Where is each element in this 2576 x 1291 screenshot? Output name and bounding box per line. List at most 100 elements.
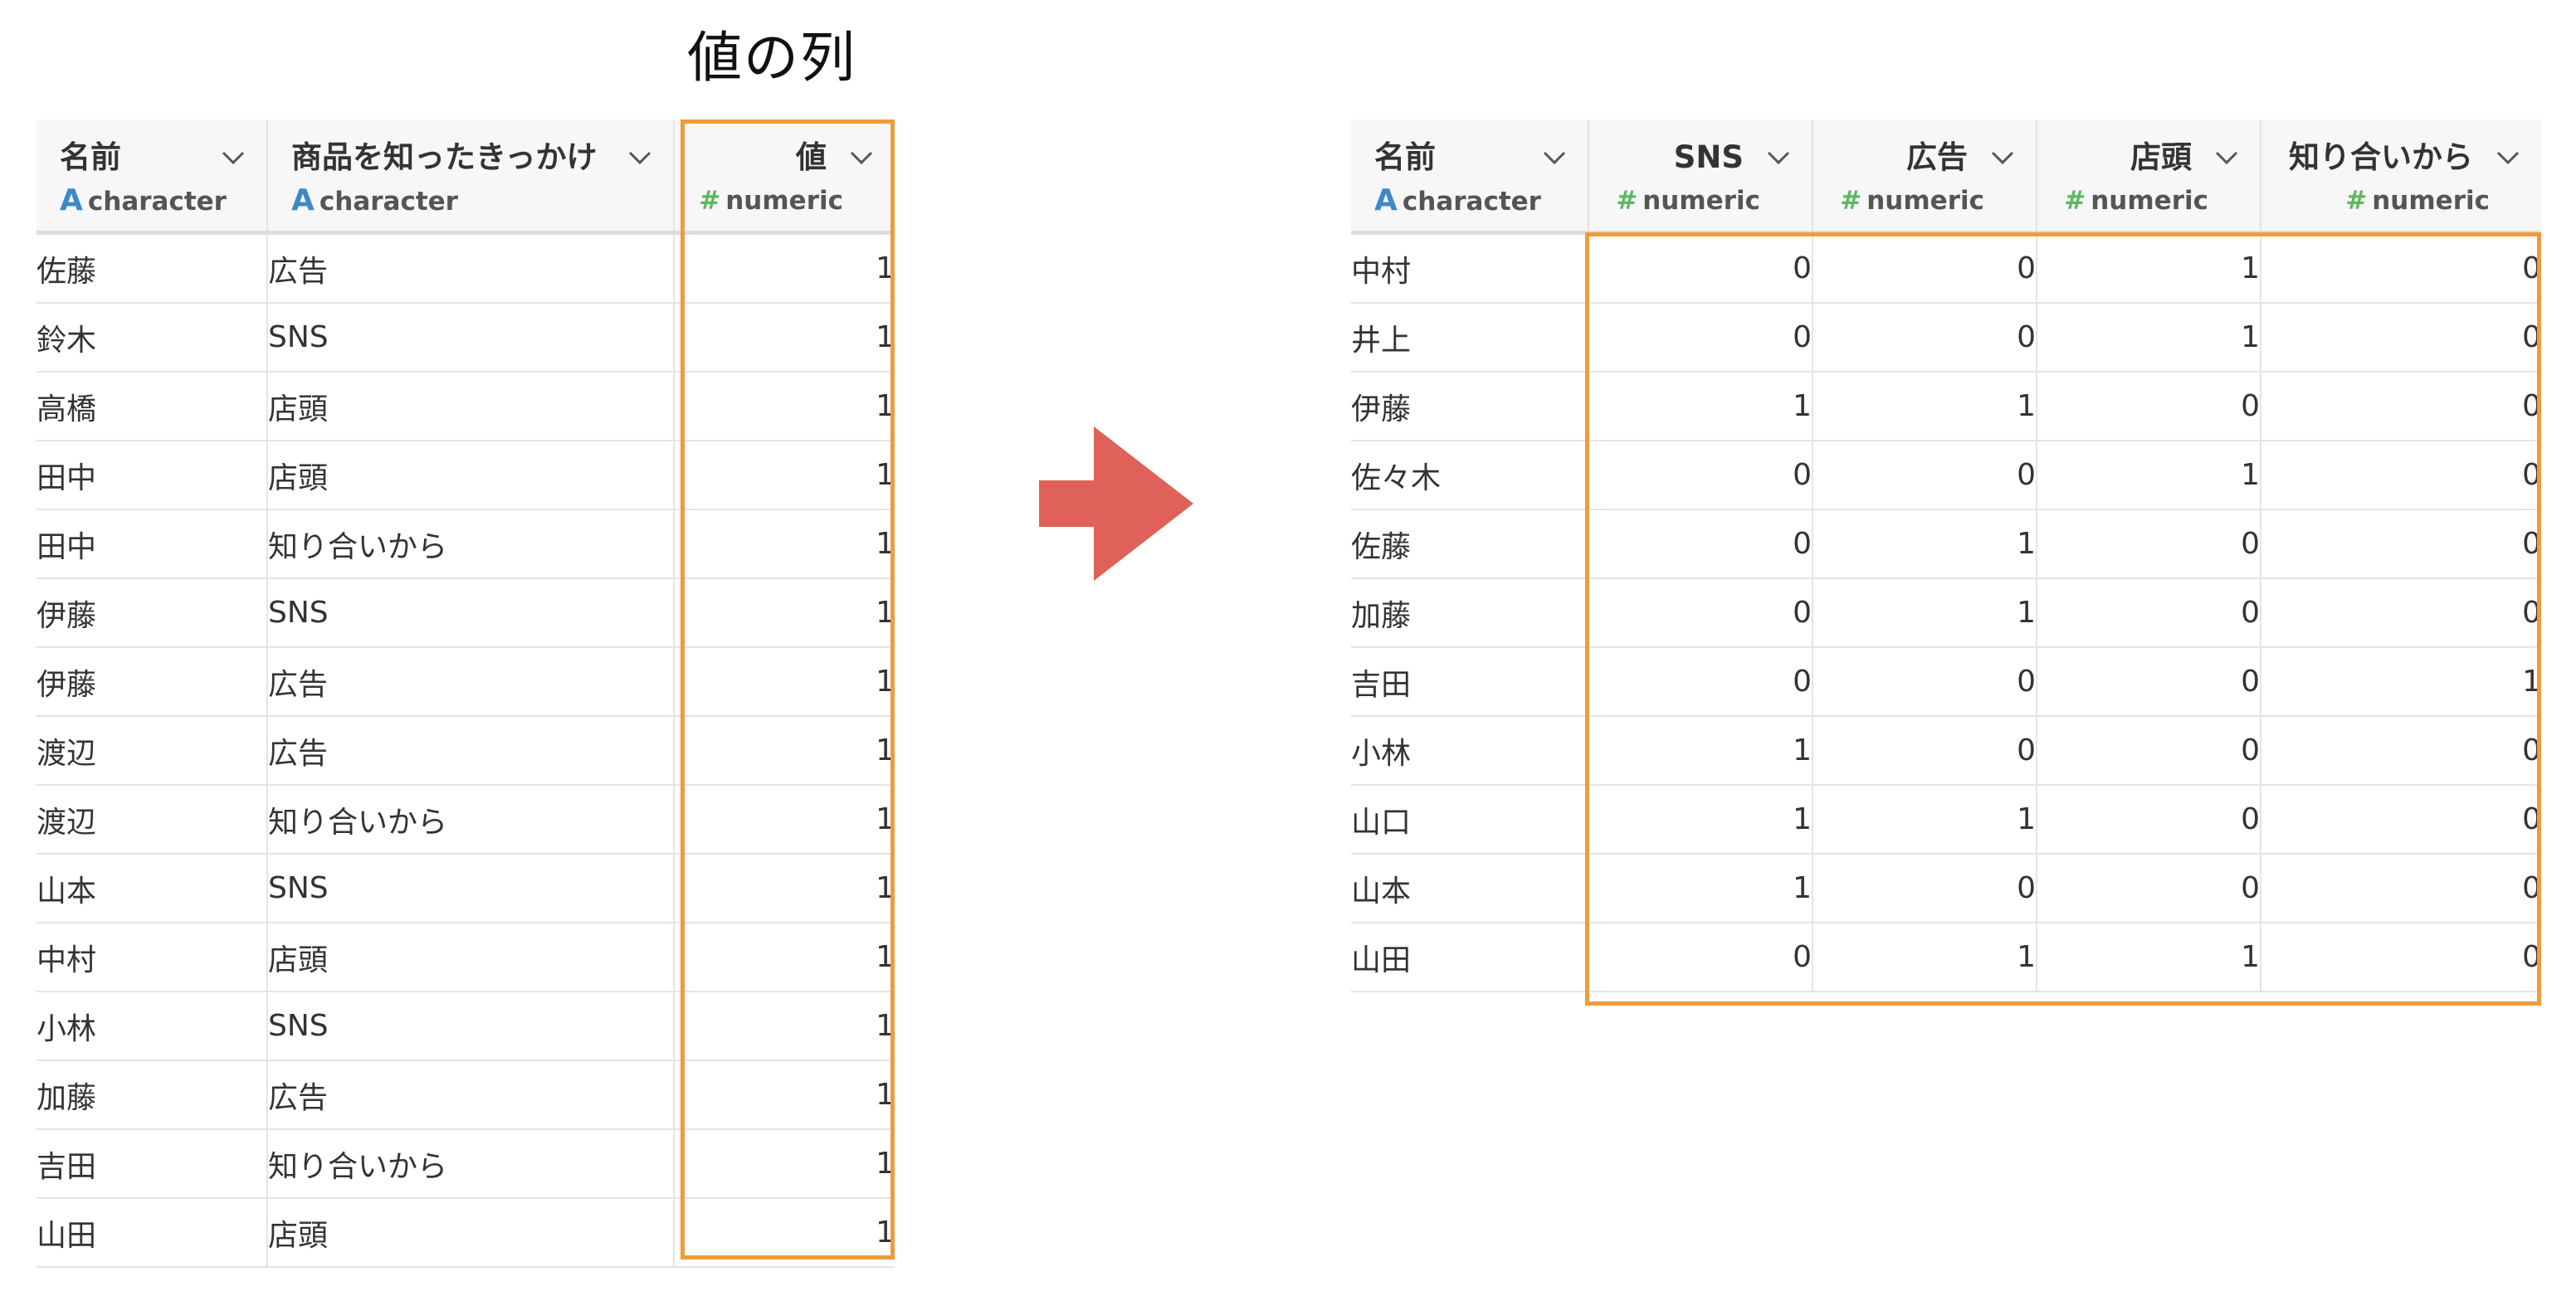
chevron-down-icon[interactable] [1988, 143, 2017, 173]
table-cell[interactable]: 広告 [267, 716, 675, 786]
table-cell[interactable]: 山田 [1351, 923, 1589, 992]
table-cell[interactable]: 0 [1588, 923, 1813, 992]
table-cell[interactable]: 0 [2037, 509, 2261, 579]
table-cell[interactable]: 山本 [37, 854, 268, 923]
column-header-source[interactable]: 商品を知ったきっかけ Acharacter [267, 119, 675, 235]
column-header-value[interactable]: 値 # numeric [674, 119, 895, 235]
table-cell[interactable]: 中村 [37, 923, 268, 992]
table-cell[interactable]: 0 [2261, 785, 2541, 855]
chevron-down-icon[interactable] [2493, 143, 2523, 173]
table-cell[interactable]: 1 [1812, 785, 2037, 855]
table-cell[interactable]: 0 [1588, 232, 1813, 304]
table-cell[interactable]: 1 [2037, 441, 2261, 510]
table-cell[interactable]: 0 [2037, 785, 2261, 855]
chevron-down-icon[interactable] [218, 143, 248, 173]
table-cell[interactable]: 山本 [1351, 854, 1589, 923]
table-cell[interactable]: 0 [2037, 716, 2261, 786]
table-cell[interactable]: 1 [2037, 923, 2261, 992]
table-cell[interactable]: 渡辺 [37, 716, 268, 786]
table-cell[interactable]: 伊藤 [37, 578, 268, 648]
table-cell[interactable]: 伊藤 [1351, 372, 1589, 441]
table-cell[interactable]: 1 [674, 647, 895, 717]
table-cell[interactable]: 伊藤 [37, 647, 268, 717]
table-cell[interactable]: 小林 [1351, 716, 1589, 786]
table-cell[interactable]: 0 [2261, 372, 2541, 441]
table-cell[interactable]: 0 [1588, 441, 1813, 510]
chevron-down-icon[interactable] [2212, 143, 2242, 173]
table-cell[interactable]: 1 [674, 991, 895, 1061]
table-cell[interactable]: 店頭 [267, 441, 675, 510]
table-cell[interactable]: 1 [2037, 303, 2261, 373]
table-cell[interactable]: 1 [1588, 785, 1813, 855]
table-cell[interactable]: 加藤 [37, 1060, 268, 1130]
table-cell[interactable]: SNS [267, 991, 675, 1061]
table-cell[interactable]: 1 [674, 923, 895, 992]
table-cell[interactable]: 0 [1588, 303, 1813, 373]
table-cell[interactable]: 佐藤 [37, 232, 268, 304]
table-cell[interactable]: 佐々木 [1351, 441, 1589, 510]
table-cell[interactable]: 1 [674, 578, 895, 648]
table-cell[interactable]: 0 [1812, 854, 2037, 923]
table-cell[interactable]: 1 [1588, 716, 1813, 786]
column-header-acquaintance[interactable]: 知り合いから # numeric [2261, 119, 2541, 235]
table-cell[interactable]: 広告 [267, 232, 675, 304]
table-cell[interactable]: 0 [1812, 303, 2037, 373]
table-cell[interactable]: 0 [2037, 578, 2261, 648]
table-cell[interactable]: 1 [674, 1198, 895, 1268]
table-cell[interactable]: 0 [2261, 303, 2541, 373]
table-cell[interactable]: 0 [1812, 647, 2037, 717]
table-cell[interactable]: 店頭 [267, 372, 675, 441]
table-cell[interactable]: SNS [267, 303, 675, 373]
table-cell[interactable]: 広告 [267, 1060, 675, 1130]
column-header-sns[interactable]: SNS # numeric [1588, 119, 1813, 235]
chevron-down-icon[interactable] [1539, 143, 1569, 173]
table-cell[interactable]: 0 [2261, 232, 2541, 304]
table-cell[interactable]: 田中 [37, 509, 268, 579]
table-cell[interactable]: SNS [267, 854, 675, 923]
table-cell[interactable]: 渡辺 [37, 785, 268, 855]
table-cell[interactable]: 店頭 [267, 923, 675, 992]
table-cell[interactable]: 1 [674, 1129, 895, 1199]
table-cell[interactable]: 0 [2037, 854, 2261, 923]
table-cell[interactable]: 知り合いから [267, 509, 675, 579]
table-cell[interactable]: 0 [2261, 509, 2541, 579]
table-cell[interactable]: 1 [1812, 372, 2037, 441]
table-cell[interactable]: 1 [674, 303, 895, 373]
table-cell[interactable]: 1 [1588, 372, 1813, 441]
table-cell[interactable]: 0 [2037, 372, 2261, 441]
table-cell[interactable]: 田中 [37, 441, 268, 510]
table-cell[interactable]: 1 [1812, 578, 2037, 648]
table-cell[interactable]: 1 [674, 854, 895, 923]
table-cell[interactable]: 広告 [267, 647, 675, 717]
table-cell[interactable]: 0 [2037, 647, 2261, 717]
table-cell[interactable]: 1 [674, 372, 895, 441]
table-cell[interactable]: 山田 [37, 1198, 268, 1268]
table-cell[interactable]: 高橋 [37, 372, 268, 441]
column-header-store[interactable]: 店頭 # numeric [2037, 119, 2261, 235]
table-cell[interactable]: 0 [1588, 509, 1813, 579]
table-cell[interactable]: 1 [674, 785, 895, 855]
table-cell[interactable]: 加藤 [1351, 578, 1589, 648]
chevron-down-icon[interactable] [846, 143, 876, 173]
table-cell[interactable]: 吉田 [1351, 647, 1589, 717]
table-cell[interactable]: 1 [674, 232, 895, 304]
table-cell[interactable]: 0 [1588, 647, 1813, 717]
chevron-down-icon[interactable] [625, 143, 655, 173]
table-cell[interactable]: 1 [1588, 854, 1813, 923]
table-cell[interactable]: 0 [1812, 441, 2037, 510]
table-cell[interactable]: 1 [674, 716, 895, 786]
table-cell[interactable]: 0 [2261, 578, 2541, 648]
table-cell[interactable]: 井上 [1351, 303, 1589, 373]
chevron-down-icon[interactable] [1764, 143, 1793, 173]
table-cell[interactable]: 0 [2261, 441, 2541, 510]
table-cell[interactable]: 0 [1812, 716, 2037, 786]
table-cell[interactable]: 1 [1812, 509, 2037, 579]
table-cell[interactable]: 山口 [1351, 785, 1589, 855]
column-header-ad[interactable]: 広告 # numeric [1812, 119, 2037, 235]
table-cell[interactable]: 知り合いから [267, 785, 675, 855]
table-cell[interactable]: 吉田 [37, 1129, 268, 1199]
table-cell[interactable]: 知り合いから [267, 1129, 675, 1199]
table-cell[interactable]: 中村 [1351, 232, 1589, 304]
table-cell[interactable]: 店頭 [267, 1198, 675, 1268]
column-header-name[interactable]: 名前 Acharacter [37, 119, 268, 235]
